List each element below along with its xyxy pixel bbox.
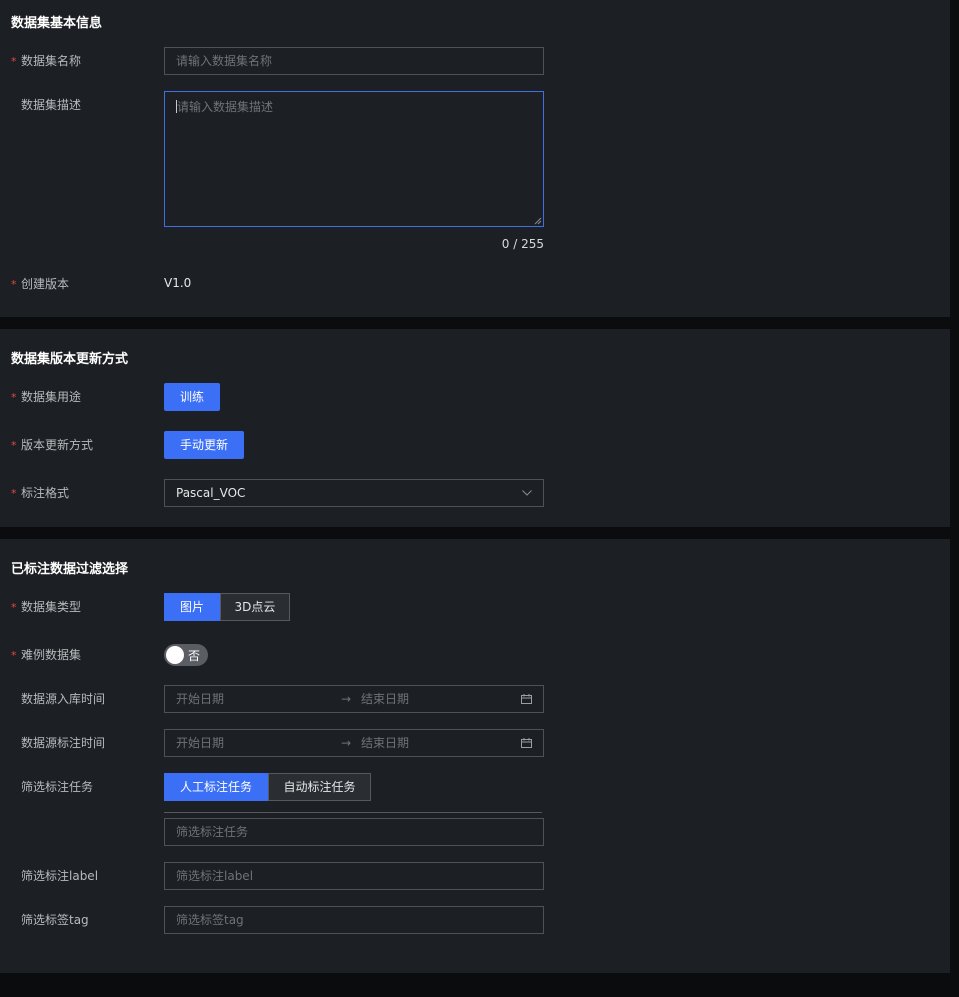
label-time-label-text: 数据源标注时间 <box>21 736 106 750</box>
dataset-desc-label-text: 数据集描述 <box>21 98 82 112</box>
dataset-desc-placeholder: 请输入数据集描述 <box>177 100 274 114</box>
type-option-image[interactable]: 图片 <box>164 593 220 621</box>
task-option-auto[interactable]: 自动标注任务 <box>268 773 371 801</box>
version-label-text: 创建版本 <box>21 277 70 291</box>
import-time-label: 数据源入库时间 <box>11 691 105 707</box>
usage-train-button[interactable]: 训练 <box>164 383 220 411</box>
required-mark: * <box>11 649 17 662</box>
import-time-range-picker[interactable]: 开始日期 → 结束日期 <box>164 685 544 713</box>
usage-label-text: 数据集用途 <box>21 390 82 404</box>
dataset-type-label: * 数据集类型 <box>11 599 81 616</box>
dataset-type-segmented: 图片 3D点云 <box>164 593 290 621</box>
version-value: V1.0 <box>164 276 192 290</box>
range-arrow-icon: → <box>341 736 352 750</box>
label-time-range-picker[interactable]: 开始日期 → 结束日期 <box>164 729 544 757</box>
dataset-desc-textarea[interactable]: 请输入数据集描述 <box>164 91 544 227</box>
required-mark: * <box>11 439 17 452</box>
manual-update-button[interactable]: 手动更新 <box>164 431 244 459</box>
task-option-manual[interactable]: 人工标注任务 <box>164 773 268 801</box>
hard-example-label: * 难例数据集 <box>11 647 81 664</box>
usage-label: * 数据集用途 <box>11 389 81 406</box>
dataset-name-label: * 数据集名称 <box>11 53 81 70</box>
dataset-name-placeholder: 请输入数据集名称 <box>176 54 273 68</box>
section-title-filter: 已标注数据过滤选择 <box>11 562 129 577</box>
divider <box>164 812 542 813</box>
basic-info-panel: 数据集基本信息 * 数据集名称 请输入数据集名称 数据集描述 请输入数据集描述 0… <box>0 0 950 317</box>
tag-filter-label: 筛选标签tag <box>11 912 89 928</box>
required-mark: * <box>11 487 17 500</box>
desc-char-counter: 0 / 255 <box>501 237 544 251</box>
required-mark: * <box>11 278 17 291</box>
task-filter-placeholder: 筛选标注任务 <box>176 825 249 839</box>
version-label: * 创建版本 <box>11 276 69 293</box>
task-filter-label: 筛选标注任务 <box>11 779 93 795</box>
calendar-icon <box>521 694 532 704</box>
hard-example-label-text: 难例数据集 <box>21 648 82 662</box>
update-mode-label-text: 版本更新方式 <box>21 438 94 452</box>
import-start-placeholder: 开始日期 <box>176 692 225 706</box>
label-end-placeholder: 结束日期 <box>361 736 410 750</box>
toggle-text: 否 <box>188 649 201 663</box>
dataset-type-label-text: 数据集类型 <box>21 600 82 614</box>
label-filter-label: 筛选标注label <box>11 868 98 884</box>
label-time-label: 数据源标注时间 <box>11 735 105 751</box>
dataset-name-input[interactable]: 请输入数据集名称 <box>164 47 544 75</box>
label-filter-input[interactable]: 筛选标注label <box>164 862 544 890</box>
import-time-label-text: 数据源入库时间 <box>21 692 106 706</box>
required-mark: * <box>11 601 17 614</box>
tag-filter-label-text: 筛选标签tag <box>21 913 89 927</box>
annotation-format-label-text: 标注格式 <box>21 486 70 500</box>
section-title-update-method: 数据集版本更新方式 <box>11 352 129 367</box>
label-filter-placeholder: 筛选标注label <box>176 869 254 883</box>
required-mark: * <box>11 55 17 68</box>
chevron-down-icon <box>522 490 532 496</box>
hard-example-toggle[interactable]: 否 <box>164 644 208 666</box>
task-filter-input[interactable]: 筛选标注任务 <box>164 818 544 846</box>
range-arrow-icon: → <box>341 692 352 706</box>
annotation-format-label: * 标注格式 <box>11 485 69 502</box>
annotation-format-value: Pascal_VOC <box>176 486 246 500</box>
tag-filter-input[interactable]: 筛选标签tag <box>164 906 544 934</box>
annotation-format-select[interactable]: Pascal_VOC <box>164 479 544 507</box>
label-start-placeholder: 开始日期 <box>176 736 225 750</box>
calendar-icon <box>521 738 532 748</box>
task-type-segmented: 人工标注任务 自动标注任务 <box>164 773 371 801</box>
toggle-knob <box>166 646 184 664</box>
task-filter-label-text: 筛选标注任务 <box>21 780 94 794</box>
import-end-placeholder: 结束日期 <box>361 692 410 706</box>
type-option-pointcloud[interactable]: 3D点云 <box>220 593 290 621</box>
required-mark: * <box>11 391 17 404</box>
section-title-basic-info: 数据集基本信息 <box>11 16 103 31</box>
resize-grip-icon[interactable] <box>534 217 542 225</box>
dataset-name-label-text: 数据集名称 <box>21 54 82 68</box>
update-method-panel: 数据集版本更新方式 * 数据集用途 训练 * 版本更新方式 手动更新 * 标注格式 P… <box>0 329 950 527</box>
update-mode-label: * 版本更新方式 <box>11 437 93 454</box>
dataset-desc-label: 数据集描述 <box>11 97 81 113</box>
label-filter-label-text: 筛选标注label <box>21 869 99 883</box>
tag-filter-placeholder: 筛选标签tag <box>176 913 244 927</box>
